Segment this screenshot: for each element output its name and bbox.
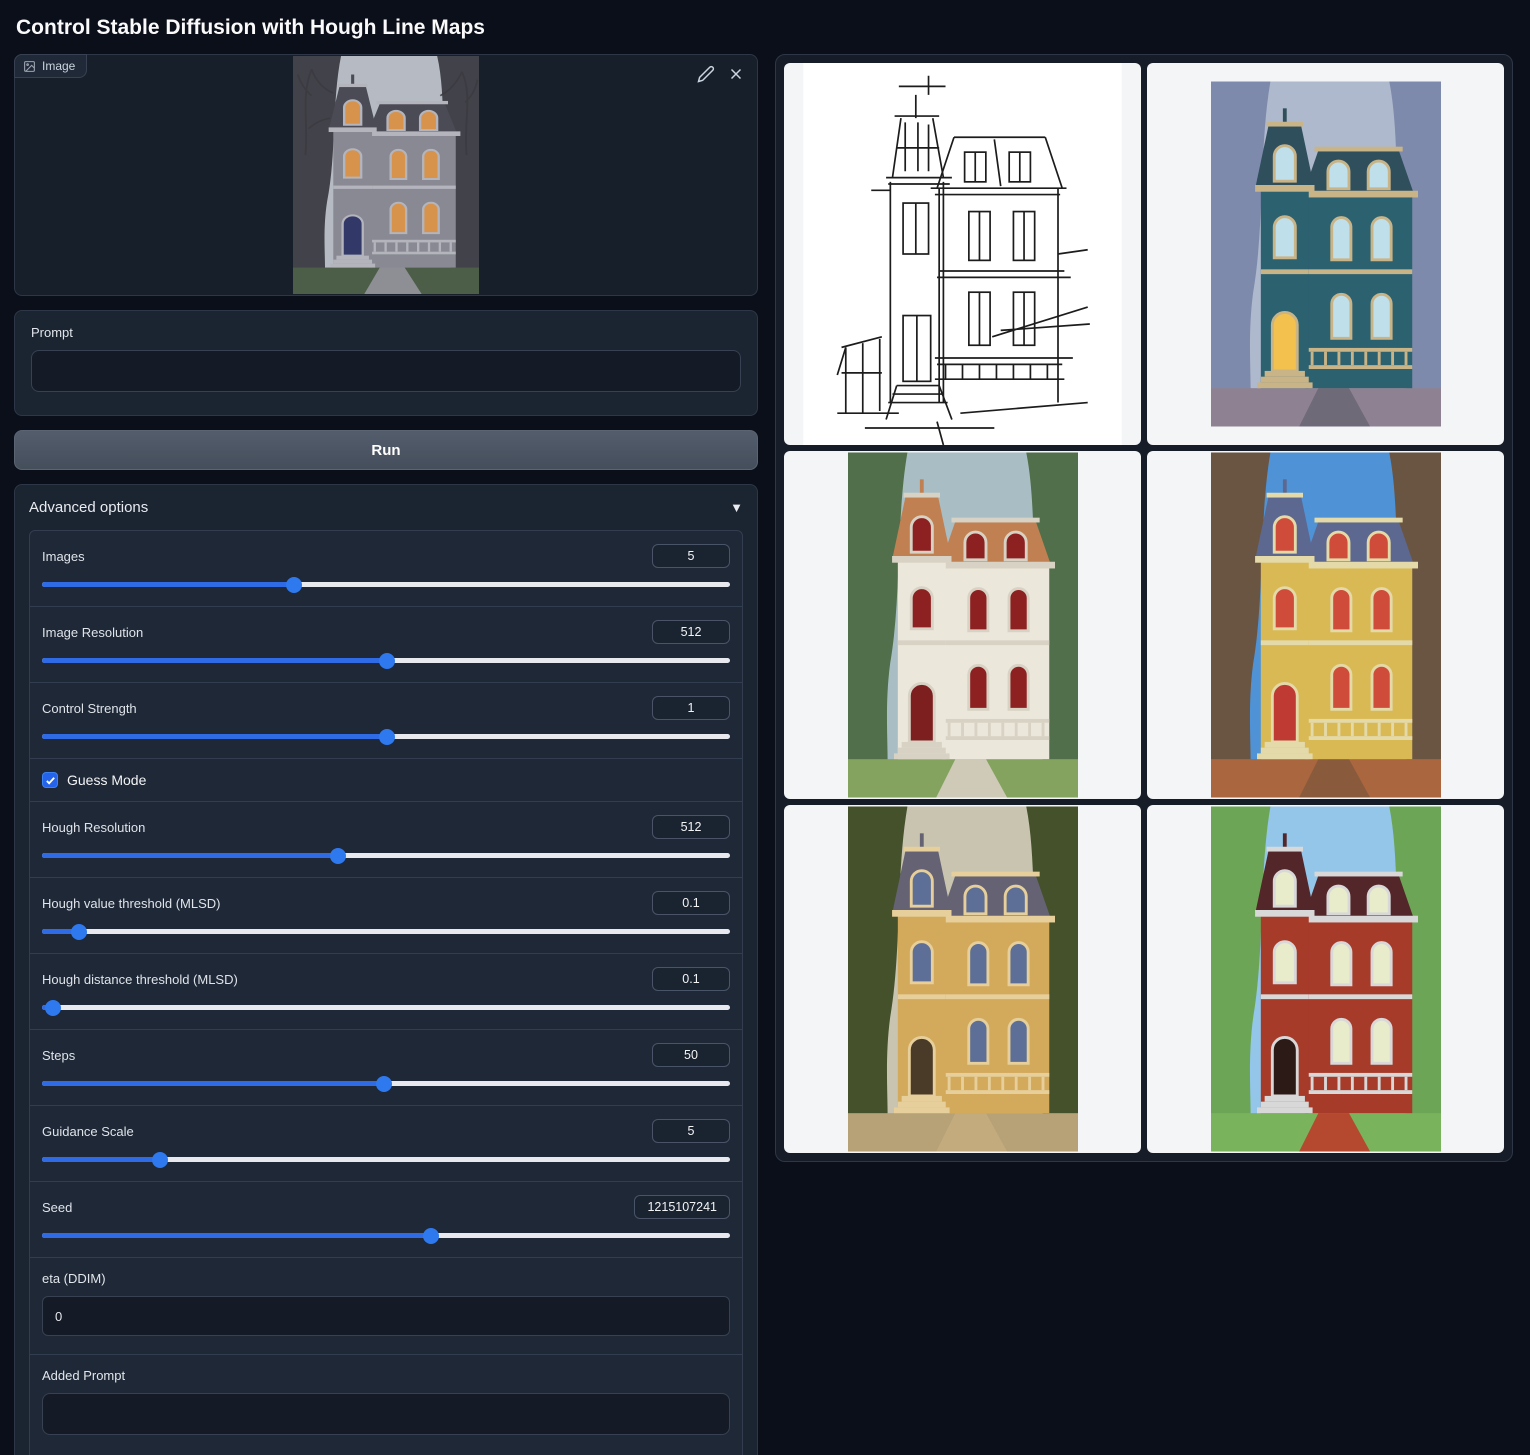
app-root: Control Stable Diffusion with Hough Line…	[0, 0, 1530, 1455]
hough-resolution-slider-handle[interactable]	[330, 848, 346, 864]
added-prompt-label: Added Prompt	[42, 1368, 730, 1383]
hough-line-map-image	[784, 63, 1141, 445]
image-resolution-slider-handle[interactable]	[379, 653, 395, 669]
page-title: Control Stable Diffusion with Hough Line…	[14, 0, 1516, 54]
x-icon	[727, 65, 745, 83]
control-strength-slider-handle[interactable]	[379, 729, 395, 745]
image-input-label: Image	[42, 59, 75, 73]
steps-slider-handle[interactable]	[376, 1076, 392, 1092]
slider-row-seed: Seed 1215107241	[30, 1182, 742, 1258]
hough-value-threshold-slider[interactable]	[42, 929, 730, 934]
guidance-scale-slider[interactable]	[42, 1157, 730, 1162]
image-input-panel: Image	[14, 54, 758, 296]
gallery-item-red-house[interactable]	[1147, 805, 1504, 1153]
prompt-input[interactable]	[31, 350, 741, 392]
main-layout: Image	[14, 54, 1516, 1455]
slider-row-guidance-scale: Guidance Scale 5	[30, 1106, 742, 1182]
prompt-panel: Prompt	[14, 310, 758, 416]
image-icon	[23, 60, 36, 73]
hough-distance-threshold-label: Hough distance threshold (MLSD)	[42, 972, 238, 987]
slider-row-image-resolution: Image Resolution 512	[30, 607, 742, 683]
control-strength-slider[interactable]	[42, 734, 730, 739]
control-strength-value[interactable]: 1	[652, 696, 730, 720]
eta-row: eta (DDIM)	[30, 1258, 742, 1355]
seed-value[interactable]: 1215107241	[634, 1195, 730, 1219]
eta-input[interactable]	[42, 1296, 730, 1336]
control-strength-label: Control Strength	[42, 701, 137, 716]
slider-row-hough-resolution: Hough Resolution 512	[30, 802, 742, 878]
gallery-item-teal-house[interactable]	[1147, 63, 1504, 445]
image-resolution-value[interactable]: 512	[652, 620, 730, 644]
slider-row-hough-distance-threshold: Hough distance threshold (MLSD) 0.1	[30, 954, 742, 1030]
seed-slider[interactable]	[42, 1233, 730, 1238]
steps-slider[interactable]	[42, 1081, 730, 1086]
hough-resolution-slider[interactable]	[42, 853, 730, 858]
run-button[interactable]: Run	[14, 430, 758, 470]
hough-resolution-value[interactable]: 512	[652, 815, 730, 839]
seed-slider-handle[interactable]	[423, 1228, 439, 1244]
eta-label: eta (DDIM)	[42, 1271, 730, 1286]
hough-distance-threshold-slider-handle[interactable]	[45, 1000, 61, 1016]
slider-row-control-strength: Control Strength 1	[30, 683, 742, 759]
gallery-item-hough-map[interactable]	[784, 63, 1141, 445]
hough-value-threshold-slider-handle[interactable]	[71, 924, 87, 940]
generated-image-teal-house	[1211, 80, 1441, 428]
image-resolution-label: Image Resolution	[42, 625, 143, 640]
advanced-options-title: Advanced options	[29, 499, 148, 516]
advanced-form: Images 5 Image Resolution 512	[29, 530, 743, 1455]
steps-label: Steps	[42, 1048, 75, 1063]
controls-column: Image	[14, 54, 758, 1455]
guidance-scale-value[interactable]: 5	[652, 1119, 730, 1143]
images-label: Images	[42, 549, 85, 564]
image-input-label-chip: Image	[14, 54, 87, 78]
slider-row-hough-value-threshold: Hough value threshold (MLSD) 0.1	[30, 878, 742, 954]
hough-value-threshold-value[interactable]: 0.1	[652, 891, 730, 915]
image-actions	[695, 63, 747, 85]
hough-distance-threshold-value[interactable]: 0.1	[652, 967, 730, 991]
edit-image-button[interactable]	[695, 63, 717, 85]
uploaded-image	[293, 56, 479, 294]
check-icon	[45, 775, 56, 786]
images-slider-handle[interactable]	[286, 577, 302, 593]
images-value[interactable]: 5	[652, 544, 730, 568]
guess-mode-label: Guess Mode	[67, 772, 146, 788]
guess-mode-row: Guess Mode	[30, 759, 742, 802]
output-gallery	[775, 54, 1513, 1162]
prompt-label: Prompt	[31, 325, 741, 340]
images-slider[interactable]	[42, 582, 730, 587]
seed-label: Seed	[42, 1200, 72, 1215]
advanced-options-header[interactable]: Advanced options ▼	[29, 499, 743, 516]
guess-mode-checkbox[interactable]	[42, 772, 58, 788]
guidance-scale-label: Guidance Scale	[42, 1124, 134, 1139]
hough-resolution-label: Hough Resolution	[42, 820, 145, 835]
gallery-item-yellow-house[interactable]	[1147, 451, 1504, 799]
added-prompt-row: Added Prompt	[30, 1355, 742, 1455]
hough-value-threshold-label: Hough value threshold (MLSD)	[42, 896, 220, 911]
added-prompt-input[interactable]	[42, 1393, 730, 1435]
generated-image-white-house	[848, 451, 1078, 799]
slider-row-steps: Steps 50	[30, 1030, 742, 1106]
clear-image-button[interactable]	[725, 63, 747, 85]
hough-distance-threshold-slider[interactable]	[42, 1005, 730, 1010]
gallery-item-white-house[interactable]	[784, 451, 1141, 799]
collapse-caret-icon: ▼	[730, 500, 743, 515]
gallery-item-gold-house[interactable]	[784, 805, 1141, 1153]
generated-image-red-house	[1211, 805, 1441, 1153]
advanced-options-panel: Advanced options ▼ Images 5	[14, 484, 758, 1455]
generated-image-gold-house	[848, 805, 1078, 1153]
pencil-icon	[697, 65, 715, 83]
image-resolution-slider[interactable]	[42, 658, 730, 663]
steps-value[interactable]: 50	[652, 1043, 730, 1067]
generated-image-yellow-house	[1211, 451, 1441, 799]
slider-row-images: Images 5	[30, 531, 742, 607]
guidance-scale-slider-handle[interactable]	[152, 1152, 168, 1168]
